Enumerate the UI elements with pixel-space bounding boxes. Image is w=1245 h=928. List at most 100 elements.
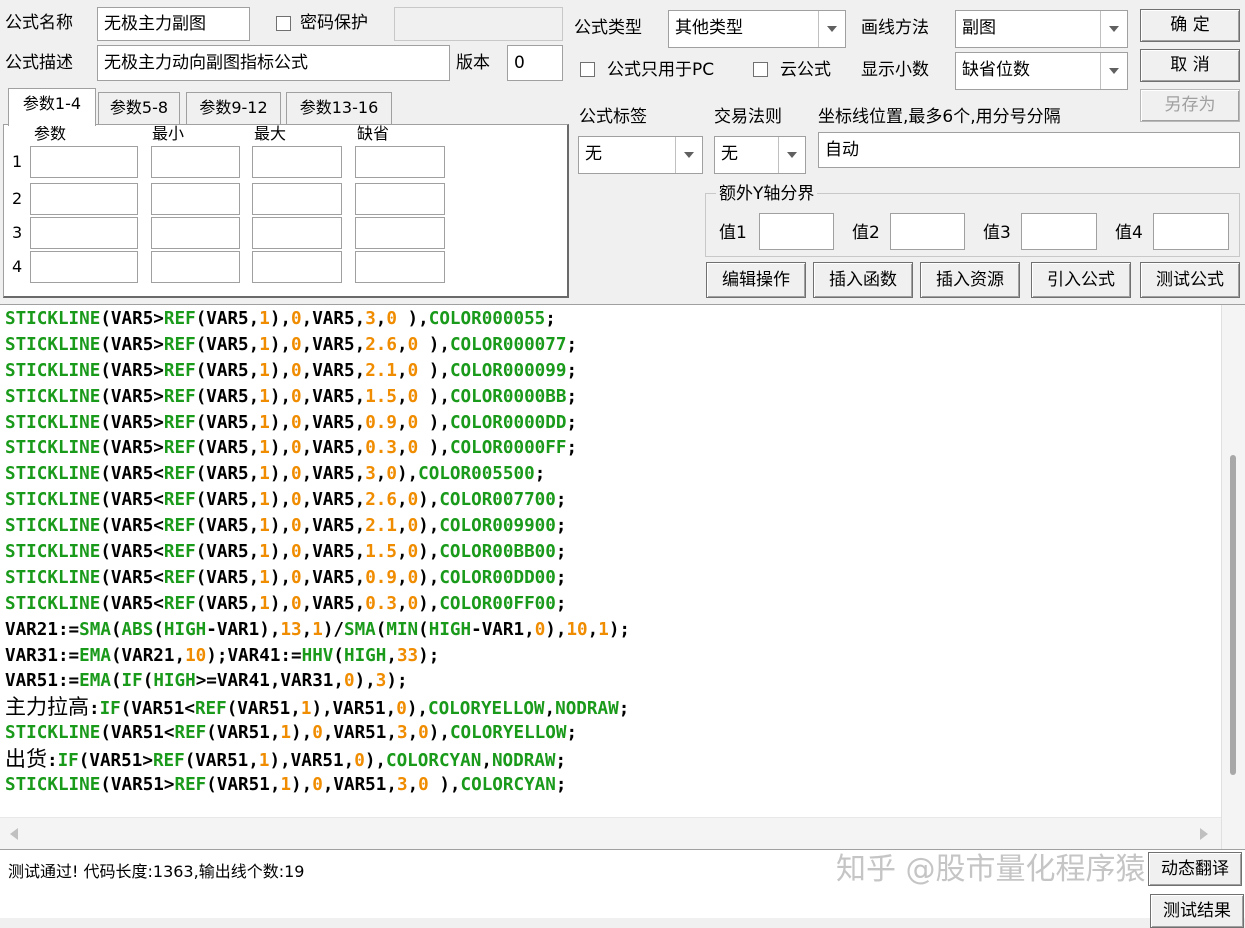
param3-min-input[interactable] bbox=[151, 217, 240, 249]
decimals-select[interactable]: 缺省位数 bbox=[955, 52, 1128, 90]
dynamic-translate-button[interactable]: 动态翻译 bbox=[1148, 852, 1242, 886]
code-token: ), bbox=[418, 516, 440, 537]
code-token: (VAR5< bbox=[100, 593, 164, 614]
code-line[interactable]: STICKLINE(VAR5<REF(VAR5,1),0,VAR5,3,0),C… bbox=[5, 462, 630, 488]
save-as-button: 另存为 bbox=[1140, 89, 1240, 122]
insert-function-button[interactable]: 插入函数 bbox=[813, 262, 913, 298]
version-input[interactable]: 0 bbox=[507, 45, 563, 81]
code-line[interactable]: VAR51:=EMA(IF(HIGH>=VAR41,VAR31,0),3); bbox=[5, 669, 630, 695]
param2-name-input[interactable] bbox=[30, 183, 138, 215]
draw-method-select[interactable]: 副图 bbox=[955, 10, 1128, 48]
formula-desc-input[interactable]: 无极主力动向副图指标公式 bbox=[97, 45, 450, 81]
test-formula-button[interactable]: 测试公式 bbox=[1140, 262, 1240, 298]
code-line[interactable]: STICKLINE(VAR5<REF(VAR5,1),0,VAR5,0.3,0)… bbox=[5, 592, 630, 618]
code-token: (VAR51> bbox=[78, 751, 153, 772]
pc-only-checkbox[interactable] bbox=[580, 62, 595, 77]
param1-name-input[interactable] bbox=[30, 146, 138, 178]
y3-input[interactable] bbox=[1021, 213, 1097, 250]
code-line[interactable]: STICKLINE(VAR51<REF(VAR51,1),0,VAR51,3,0… bbox=[5, 721, 630, 747]
tab-params-5-8[interactable]: 参数5-8 bbox=[98, 92, 180, 124]
code-token: ), bbox=[269, 360, 292, 381]
code-line[interactable]: STICKLINE(VAR5<REF(VAR5,1),0,VAR5,2.6,0)… bbox=[5, 488, 630, 514]
code-editor[interactable]: STICKLINE(VAR5>REF(VAR5,1),0,VAR5,3,0 ),… bbox=[0, 304, 1245, 850]
code-line[interactable]: VAR21:=SMA(ABS(HIGH-VAR1),13,1)/SMA(MIN(… bbox=[5, 618, 630, 644]
code-line[interactable]: 出货:IF(VAR51>REF(VAR51,1),VAR51,0),COLORC… bbox=[5, 747, 630, 773]
param3-default-input[interactable] bbox=[355, 217, 445, 249]
horizontal-scrollbar[interactable] bbox=[0, 817, 1221, 850]
chevron-down-icon[interactable] bbox=[778, 137, 805, 173]
code-line[interactable]: STICKLINE(VAR5>REF(VAR5,1),0,VAR5,1.5,0 … bbox=[5, 385, 630, 411]
edit-ops-button[interactable]: 编辑操作 bbox=[706, 262, 806, 298]
code-token: ( bbox=[375, 619, 387, 640]
import-formula-button[interactable]: 引入公式 bbox=[1031, 262, 1131, 298]
code-line[interactable]: STICKLINE(VAR51>REF(VAR51,1),0,VAR51,3,0… bbox=[5, 773, 630, 799]
param3-name-input[interactable] bbox=[30, 217, 138, 249]
y1-input[interactable] bbox=[759, 213, 834, 250]
tab-params-13-16[interactable]: 参数13-16 bbox=[286, 92, 392, 124]
axis-position-input[interactable]: 自动 bbox=[818, 132, 1240, 168]
y4-label: 值4 bbox=[1115, 223, 1143, 243]
ok-button[interactable]: 确 定 bbox=[1140, 9, 1240, 42]
code-token: ( bbox=[153, 619, 164, 640]
formula-desc-label: 公式描述 bbox=[5, 53, 73, 73]
code-function-token: IF bbox=[99, 699, 121, 720]
chevron-down-icon[interactable] bbox=[818, 11, 845, 47]
code-number-token: 13 bbox=[280, 619, 302, 640]
code-function-token: STICKLINE bbox=[5, 567, 101, 588]
tab-params-9-12[interactable]: 参数9-12 bbox=[186, 92, 281, 124]
password-checkbox[interactable] bbox=[276, 16, 291, 31]
code-token: (VAR5< bbox=[100, 490, 164, 511]
code-token: ; bbox=[555, 751, 567, 772]
code-token: ); bbox=[608, 619, 631, 640]
cancel-button[interactable]: 取 消 bbox=[1140, 49, 1240, 82]
param-max-header: 最大 bbox=[254, 124, 287, 143]
code-token: ), bbox=[269, 412, 292, 433]
tab-params-1-4[interactable]: 参数1-4 bbox=[8, 88, 96, 126]
chevron-down-icon[interactable] bbox=[1100, 11, 1127, 47]
param1-default-input[interactable] bbox=[355, 146, 445, 178]
insert-resource-button[interactable]: 插入资源 bbox=[920, 262, 1020, 298]
param2-default-input[interactable] bbox=[355, 183, 445, 215]
code-line[interactable]: STICKLINE(VAR5<REF(VAR5,1),0,VAR5,1.5,0)… bbox=[5, 540, 630, 566]
param4-max-input[interactable] bbox=[252, 251, 342, 283]
cloud-formula-checkbox[interactable] bbox=[753, 62, 768, 77]
test-result-button[interactable]: 测试结果 bbox=[1150, 894, 1244, 928]
code-token: (VAR5< bbox=[100, 567, 164, 588]
param4-name-input[interactable] bbox=[30, 251, 138, 283]
formula-tag-select[interactable]: 无 bbox=[578, 136, 703, 174]
chevron-down-icon[interactable] bbox=[675, 137, 702, 173]
param2-max-input[interactable] bbox=[252, 183, 342, 215]
formula-name-input[interactable]: 无极主力副图 bbox=[97, 7, 250, 41]
code-line[interactable]: 主力拉高:IF(VAR51<REF(VAR51,1),VAR51,0),COLO… bbox=[5, 695, 630, 721]
param2-min-input[interactable] bbox=[151, 183, 240, 215]
param1-max-input[interactable] bbox=[252, 146, 342, 178]
code-line[interactable]: STICKLINE(VAR5<REF(VAR5,1),0,VAR5,2.1,0)… bbox=[5, 514, 630, 540]
code-line[interactable]: STICKLINE(VAR5>REF(VAR5,1),0,VAR5,0.9,0 … bbox=[5, 411, 630, 437]
code-token: (VAR5, bbox=[195, 438, 260, 459]
chevron-down-icon[interactable] bbox=[1100, 53, 1127, 89]
formula-type-select[interactable]: 其他类型 bbox=[668, 10, 846, 48]
param4-default-input[interactable] bbox=[355, 251, 445, 283]
code-number-token: 1 bbox=[259, 412, 270, 433]
code-token: ), bbox=[418, 412, 450, 433]
vertical-scrollbar[interactable] bbox=[1221, 305, 1245, 850]
scroll-left-icon[interactable] bbox=[10, 828, 18, 840]
code-line[interactable]: STICKLINE(VAR5>REF(VAR5,1),0,VAR5,2.6,0 … bbox=[5, 333, 630, 359]
code-function-token: REF bbox=[163, 567, 196, 588]
code-line[interactable]: VAR31:=EMA(VAR21,10);VAR41:=HHV(HIGH,33)… bbox=[5, 644, 630, 670]
y2-input[interactable] bbox=[890, 213, 965, 250]
code-number-token: 3 bbox=[396, 723, 408, 744]
trade-rule-select[interactable]: 无 bbox=[714, 136, 806, 174]
scroll-right-icon[interactable] bbox=[1200, 828, 1208, 840]
param3-max-input[interactable] bbox=[252, 217, 342, 249]
code-line[interactable]: STICKLINE(VAR5>REF(VAR5,1),0,VAR5,3,0 ),… bbox=[5, 307, 630, 333]
code-text[interactable]: STICKLINE(VAR5>REF(VAR5,1),0,VAR5,3,0 ),… bbox=[5, 307, 630, 799]
vertical-scrollbar-thumb[interactable] bbox=[1230, 455, 1236, 775]
code-line[interactable]: STICKLINE(VAR5<REF(VAR5,1),0,VAR5,0.9,0)… bbox=[5, 566, 630, 592]
code-line[interactable]: STICKLINE(VAR5>REF(VAR5,1),0,VAR5,2.1,0 … bbox=[5, 359, 630, 385]
param1-min-input[interactable] bbox=[151, 146, 240, 178]
param4-min-input[interactable] bbox=[151, 251, 240, 283]
code-function-token: REF bbox=[163, 386, 196, 407]
code-line[interactable]: STICKLINE(VAR5>REF(VAR5,1),0,VAR5,0.3,0 … bbox=[5, 436, 630, 462]
y4-input[interactable] bbox=[1153, 213, 1229, 250]
